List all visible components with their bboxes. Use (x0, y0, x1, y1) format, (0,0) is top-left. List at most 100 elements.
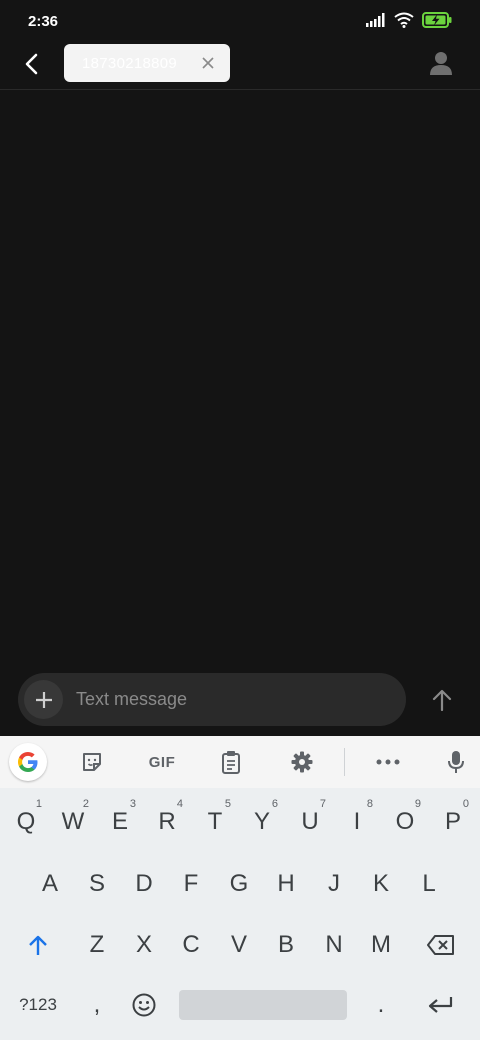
status-bar: 2:36 (0, 0, 480, 44)
space-key[interactable] (179, 990, 347, 1020)
key-d[interactable]: D (122, 858, 166, 910)
sticker-button[interactable] (74, 746, 110, 778)
key-hint: 0 (462, 798, 469, 810)
emoji-key[interactable] (122, 979, 166, 1031)
key-label: W (61, 808, 85, 835)
key-c[interactable]: C (169, 919, 213, 971)
back-button[interactable] (16, 48, 48, 80)
key-label: P (444, 808, 461, 835)
key-hint: 6 (271, 798, 278, 810)
remove-recipient-button[interactable] (198, 53, 218, 73)
key-hint: 1 (35, 798, 42, 810)
key-hint: 7 (319, 798, 326, 810)
send-button[interactable] (428, 686, 456, 714)
key-g[interactable]: G (217, 858, 261, 910)
microphone-icon (448, 751, 464, 773)
message-input[interactable]: Text message (76, 673, 187, 726)
key-label: K (372, 870, 389, 897)
clipboard-icon (222, 751, 240, 774)
close-icon (202, 57, 214, 69)
key-u[interactable]: U7 (288, 796, 332, 848)
recipient-chip-label: 18730218809 (82, 54, 178, 72)
key-m[interactable]: M (359, 919, 403, 971)
key-label: U (301, 808, 319, 835)
key-hint: 4 (176, 798, 183, 810)
key-t[interactable]: T5 (193, 796, 237, 848)
period-key[interactable]: . (359, 979, 403, 1031)
status-icons (366, 12, 452, 28)
arrow-up-icon (432, 689, 452, 711)
back-arrow-icon (25, 53, 38, 75)
more-options-button[interactable] (370, 746, 406, 778)
key-e[interactable]: E3 (98, 796, 142, 848)
key-j[interactable]: J (312, 858, 356, 910)
sticker-icon (83, 753, 101, 771)
settings-button[interactable] (284, 746, 320, 778)
key-r[interactable]: R4 (145, 796, 189, 848)
comma-key-label: , (93, 991, 101, 1018)
key-f[interactable]: F (169, 858, 213, 910)
gif-label: GIF (148, 753, 176, 771)
key-label: B (277, 931, 294, 958)
key-label: Z (89, 931, 105, 958)
period-key-label: . (377, 991, 385, 1018)
key-label: N (325, 931, 343, 958)
key-hint: 5 (224, 798, 231, 810)
key-x[interactable]: X (122, 919, 166, 971)
add-contact-button[interactable] (428, 50, 454, 76)
key-s[interactable]: S (75, 858, 119, 910)
key-i[interactable]: I8 (335, 796, 379, 848)
key-label: I (353, 808, 361, 835)
key-k[interactable]: K (359, 858, 403, 910)
key-q[interactable]: Q1 (4, 796, 48, 848)
google-icon[interactable] (9, 743, 47, 781)
enter-icon (428, 997, 453, 1013)
key-n[interactable]: N (312, 919, 356, 971)
key-hint: 3 (129, 798, 136, 810)
keyboard-toolbar: GIF (0, 736, 480, 788)
key-label: J (328, 870, 340, 897)
key-label: G (229, 870, 249, 897)
key-label: F (183, 870, 199, 897)
key-label: E (111, 808, 128, 835)
key-label: H (277, 870, 295, 897)
voice-input-button[interactable] (438, 746, 474, 778)
key-l[interactable]: L (407, 858, 451, 910)
key-p[interactable]: P0 (431, 796, 475, 848)
key-y[interactable]: Y6 (240, 796, 284, 848)
attach-button[interactable] (24, 680, 63, 719)
symbols-key[interactable]: ?123 (16, 979, 60, 1031)
key-label: R (158, 808, 176, 835)
status-time: 2:36 (28, 13, 59, 30)
key-label: M (371, 931, 391, 958)
key-label: S (88, 870, 105, 897)
enter-key[interactable] (419, 979, 463, 1031)
key-hint: 8 (366, 798, 373, 810)
symbols-key-label: ?123 (19, 995, 57, 1014)
key-a[interactable]: A (28, 858, 72, 910)
comma-key[interactable]: , (75, 979, 119, 1031)
key-label: A (41, 870, 58, 897)
wifi-icon (394, 12, 414, 28)
key-hint: 9 (414, 798, 421, 810)
backspace-icon (427, 935, 454, 955)
clipboard-button[interactable] (213, 746, 249, 778)
gear-icon (291, 751, 313, 773)
key-label: Q (16, 808, 36, 835)
recipient-chip[interactable]: 18730218809 (64, 44, 230, 82)
signal-icon (366, 13, 385, 27)
key-label: T (207, 808, 223, 835)
plus-icon (35, 691, 52, 708)
key-o[interactable]: O9 (383, 796, 427, 848)
person-icon (430, 52, 452, 75)
backspace-key[interactable] (419, 919, 463, 971)
shift-key[interactable] (16, 919, 60, 971)
key-z[interactable]: Z (75, 919, 119, 971)
key-label: Y (253, 808, 270, 835)
gif-button[interactable]: GIF (140, 746, 184, 778)
key-b[interactable]: B (264, 919, 308, 971)
key-w[interactable]: W2 (51, 796, 95, 848)
key-h[interactable]: H (264, 858, 308, 910)
key-v[interactable]: V (217, 919, 261, 971)
emoji-icon (132, 993, 156, 1017)
